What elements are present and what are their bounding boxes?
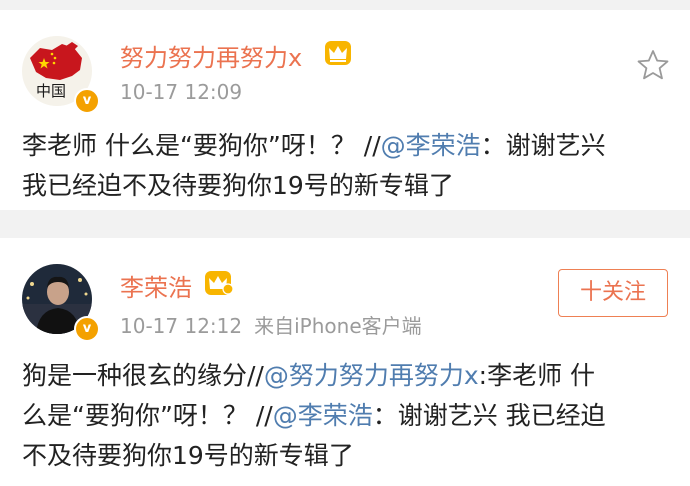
crown-icon (205, 271, 234, 295)
body-line-2: 我已经迫不及待要狗你19号的新专辑了 (22, 171, 454, 200)
body-line-3: 不及待要狗你19号的新专辑了 (22, 441, 354, 470)
mention-link[interactable]: @努力努力再努力x (264, 361, 479, 390)
body-line-1: 李老师 什么是“要狗你”呀！？ //@李荣浩：谢谢艺兴 (22, 126, 606, 166)
username[interactable]: 李荣浩 (120, 268, 192, 303)
username[interactable]: 努力努力再努力x (120, 38, 302, 73)
body-text-segment: 李老师 什么是“要狗你”呀！？ // (22, 131, 381, 160)
avatar-caption: 中国 (36, 82, 66, 100)
post-body: 狗是一种很玄的缘分//@努力努力再努力x:李老师 什 么是“要狗你”呀！？ //… (22, 356, 606, 476)
post-meta: 10-17 12:12 来自iPhone客户端 (120, 310, 422, 339)
body-text-segment: :李老师 什 (478, 361, 596, 390)
verified-badge-icon: v (74, 88, 100, 114)
mention-link[interactable]: @李荣浩 (273, 401, 373, 430)
post-timestamp: 10-17 12:09 (120, 80, 243, 104)
body-text-segment: ：谢谢艺兴 我已经迫 (372, 401, 606, 430)
verified-badge-icon: v (74, 316, 100, 342)
follow-button[interactable]: 十关注 (558, 269, 668, 317)
body-text-segment: ：谢谢艺兴 (480, 131, 606, 160)
post-timestamp: 10-17 12:12 (120, 314, 243, 338)
body-text-segment: 么是“要狗你”呀！？ // (22, 401, 273, 430)
body-text-segment: 狗是一种很玄的缘分// (22, 361, 264, 390)
body-line-2: 么是“要狗你”呀！？ //@李荣浩：谢谢艺兴 我已经迫 (22, 396, 606, 436)
weibo-post-2: v 李荣浩 10-17 12:12 来自iPhone客户端 十关注 狗是一种很玄的… (0, 238, 690, 486)
crown-icon (325, 41, 351, 65)
post-source[interactable]: 来自iPhone客户端 (254, 314, 422, 338)
star-outline-icon[interactable] (636, 48, 670, 82)
weibo-post-1: 中国 v 努力努力再努力x 10-17 12:09 李老师 什么是“要狗你”呀！… (0, 10, 690, 210)
body-line-1: 狗是一种很玄的缘分//@努力努力再努力x:李老师 什 (22, 356, 606, 396)
post-body: 李老师 什么是“要狗你”呀！？ //@李荣浩：谢谢艺兴 我已经迫不及待要狗你19… (22, 126, 606, 206)
mention-link[interactable]: @李荣浩 (381, 131, 481, 160)
